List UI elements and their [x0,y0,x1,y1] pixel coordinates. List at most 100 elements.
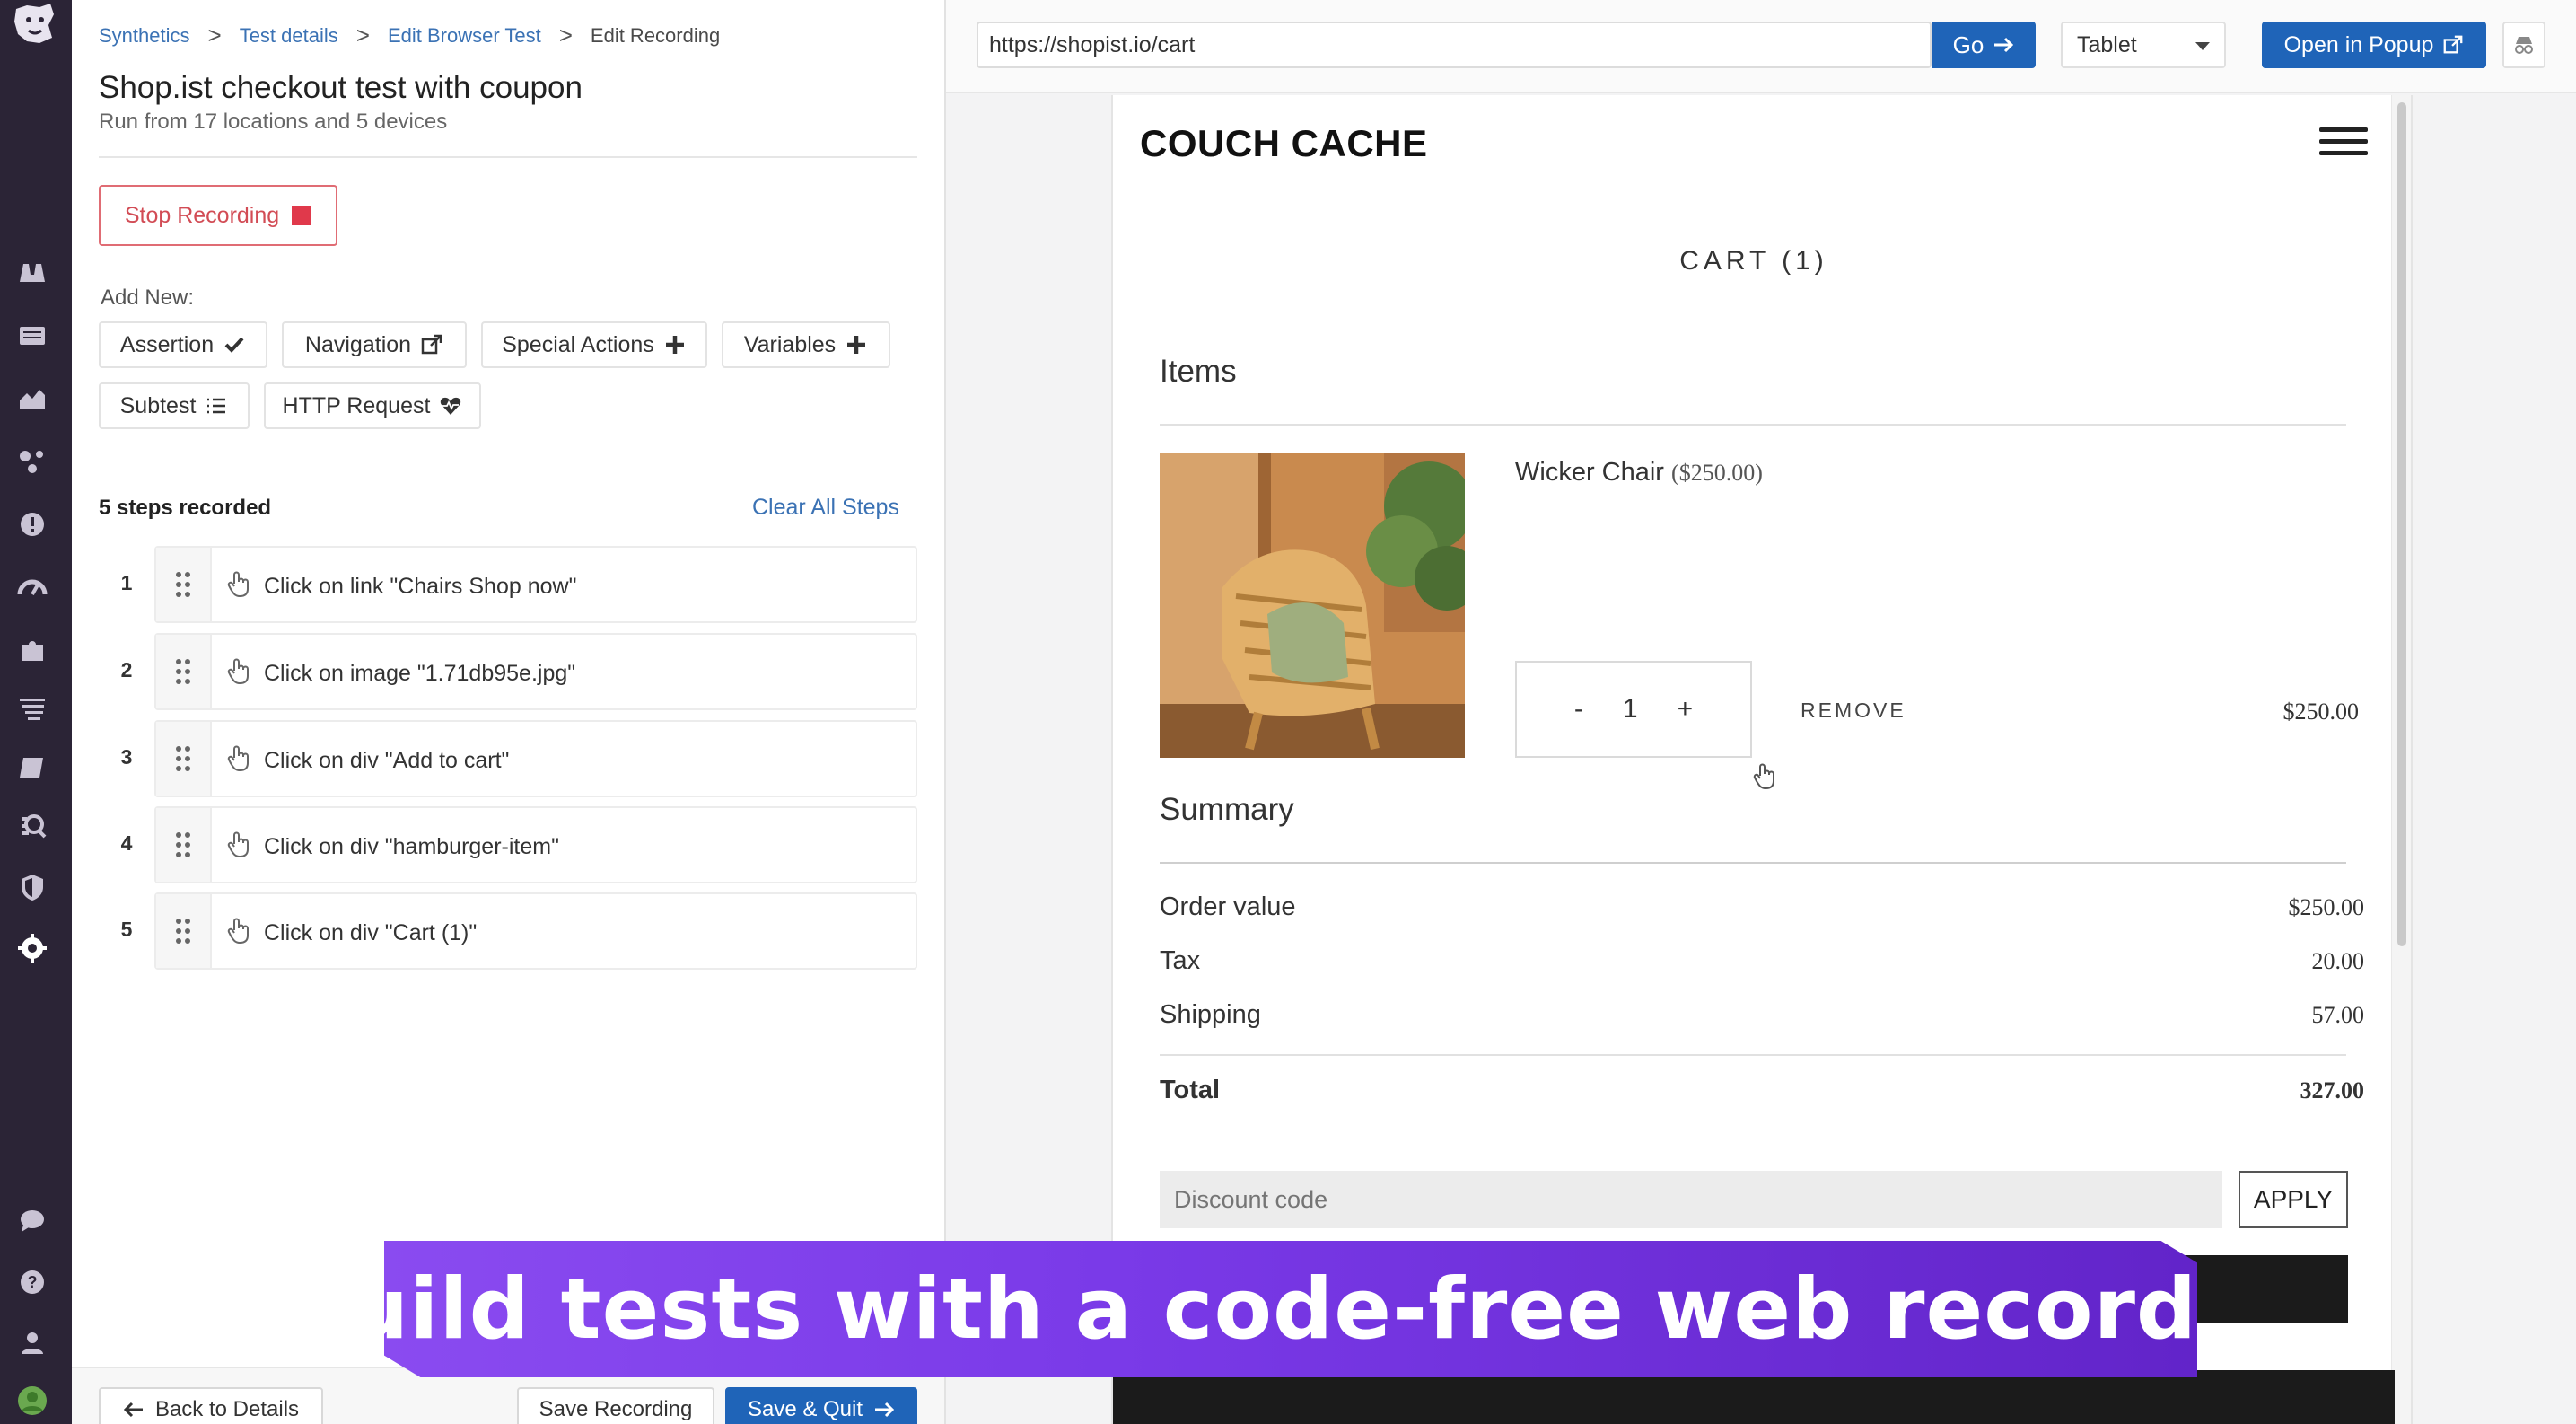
open-in-popup-button[interactable]: Open in Popup [2262,22,2486,68]
click-hand-icon [227,571,249,598]
drag-handle[interactable] [156,548,212,621]
add-assertion-button[interactable]: Assertion [99,321,267,368]
synthetics-icon[interactable] [14,930,50,966]
puzzle-icon[interactable] [14,632,50,668]
go-button[interactable]: Go [1932,22,2036,68]
step-row[interactable]: Click on link "Chairs Shop now" [154,546,917,623]
step-row[interactable]: Click on div "Cart (1)" [154,892,917,970]
step-row[interactable]: Click on div "hamburger-item" [154,806,917,883]
scrollbar[interactable] [2391,95,2411,1424]
drag-handle[interactable] [156,894,212,968]
binoculars-icon[interactable] [14,255,50,291]
step-row[interactable]: Click on div "Add to cart" [154,720,917,797]
add-variables-button[interactable]: Variables [722,321,890,368]
breadcrumb-test-details[interactable]: Test details [240,24,338,48]
network-icon[interactable] [14,444,50,479]
shield-icon[interactable] [14,869,50,905]
breadcrumb-separator: > [355,22,370,48]
clear-all-steps-link[interactable]: Clear All Steps [752,495,899,521]
external-link-icon [2444,35,2463,54]
summary-value: 20.00 [2311,948,2365,974]
add-http-request-button[interactable]: HTTP Request [264,382,481,429]
browser-preview-panel: Go Tablet Open in Popup COUCH CACHE CART… [944,0,2576,1424]
divider [1160,1054,2346,1056]
main-nav: ? [0,0,72,1424]
save-and-quit-button[interactable]: Save & Quit [725,1387,917,1424]
gauge-icon[interactable] [14,569,50,605]
promo-banner: Build tests with a code-free web recorde… [384,1241,2197,1377]
search-analytics-icon[interactable] [14,808,50,844]
team-icon[interactable] [14,1325,50,1361]
quantity-stepper[interactable]: - 1 + [1515,661,1752,758]
add-navigation-label: Navigation [304,331,412,357]
discount-code-input[interactable] [1160,1171,2222,1228]
chevron-down-icon [2195,42,2210,50]
list-icon [207,398,226,414]
breadcrumb-edit-browser-test[interactable]: Edit Browser Test [388,24,541,48]
incognito-button[interactable] [2502,22,2545,68]
total-value: 327.00 [2300,1077,2365,1103]
qty-increment-button[interactable]: + [1678,694,1694,725]
stop-recording-label: Stop Recording [124,202,280,228]
product-image[interactable] [1160,453,1465,758]
page-footer [1113,1370,2395,1424]
chat-icon[interactable] [14,1203,50,1239]
book-icon[interactable] [14,749,50,785]
tablet-viewport[interactable]: COUCH CACHE CART (1) Items Wicker Chair … [1111,95,2413,1424]
items-title: Items [1160,354,1237,389]
shop-logo[interactable]: COUCH CACHE [1140,122,1428,165]
scrollbar-thumb[interactable] [2397,102,2406,946]
hamburger-menu-icon[interactable] [2319,127,2368,163]
step-number: 2 [120,658,133,681]
help-icon[interactable]: ? [14,1264,50,1300]
back-to-details-button[interactable]: Back to Details [99,1387,323,1424]
drag-handle-icon [176,659,190,684]
qty-value: 1 [1622,694,1638,724]
list-icon[interactable] [14,318,50,354]
drag-handle[interactable] [156,722,212,796]
breadcrumb-synthetics[interactable]: Synthetics [99,24,190,48]
incognito-icon [2515,37,2533,54]
apply-discount-button[interactable]: APPLY [2239,1171,2348,1228]
breadcrumb-separator: > [207,22,222,48]
step-description: Click on div "Add to cart" [264,748,510,773]
qty-decrement-button[interactable]: - [1574,694,1583,725]
product-unit-price: ($250.00) [1671,460,1763,486]
total-label: Total [1160,1076,1221,1104]
breadcrumb: Synthetics > Test details > Edit Browser… [99,22,720,49]
breadcrumb-current: Edit Recording [590,23,721,47]
area-chart-icon[interactable] [14,381,50,417]
add-subtest-label: Subtest [119,392,197,418]
step-description: Click on div "Cart (1)" [264,920,478,945]
plus-icon [665,336,684,354]
click-hand-icon [227,831,249,858]
stop-recording-button[interactable]: Stop Recording [99,185,337,246]
add-subtest-button[interactable]: Subtest [99,382,250,429]
url-input[interactable] [977,22,1932,68]
step-number: 4 [120,831,133,855]
user-avatar[interactable] [14,1383,50,1419]
arrow-left-icon [123,1402,143,1418]
summary-label: Order value [1160,892,1296,921]
add-special-actions-button[interactable]: Special Actions [481,321,707,368]
device-select[interactable]: Tablet [2061,22,2226,68]
browser-toolbar: Go Tablet Open in Popup [946,0,2576,93]
drag-handle-icon [176,572,190,597]
save-recording-button[interactable]: Save Recording [517,1387,714,1424]
add-variables-label: Variables [743,331,837,357]
step-description: Click on div "hamburger-item" [264,834,559,859]
breadcrumb-separator: > [558,22,573,48]
filter-icon[interactable] [14,690,50,725]
drag-handle[interactable] [156,808,212,882]
drag-handle[interactable] [156,635,212,708]
add-new-label: Add New: [101,286,195,310]
remove-item-link[interactable]: REMOVE [1801,699,1906,723]
arrow-right-icon [875,1402,895,1418]
click-hand-icon [227,918,249,945]
datadog-logo[interactable] [9,2,59,47]
heartbeat-icon [441,397,461,415]
step-row[interactable]: Click on image "1.71db95e.jpg" [154,633,917,710]
add-navigation-button[interactable]: Navigation [282,321,467,368]
alert-icon[interactable] [14,506,50,542]
product-name[interactable]: Wicker Chair ($250.00) [1515,458,1763,488]
